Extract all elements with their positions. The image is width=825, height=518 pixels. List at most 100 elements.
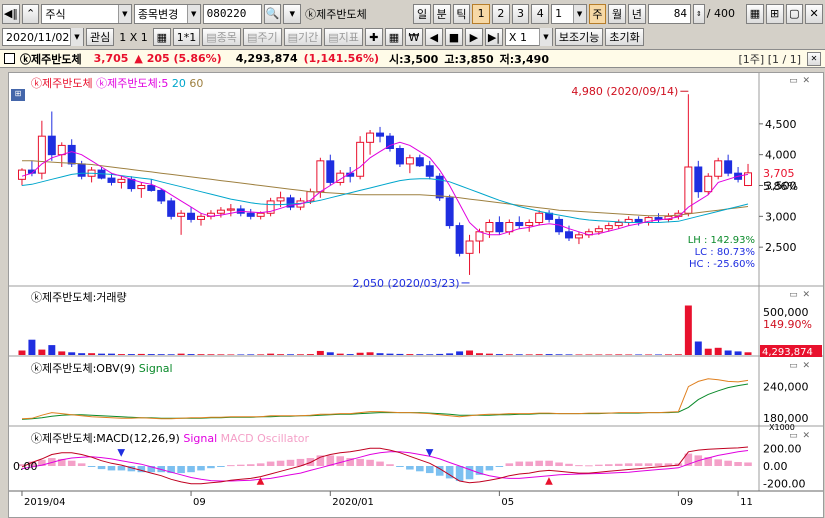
volume-bar: [207, 354, 215, 355]
candle-body: [47, 135, 56, 156]
collapse-up-icon[interactable]: ⌃: [21, 3, 40, 24]
volume-bar: [127, 354, 135, 355]
volume-bar: [336, 353, 344, 355]
secondary-toolbar: 2020/11/02 ▼ 관심 1 X 1 ▦ 1*1 ▤ 종목 ▤ 주기 ▤ 기간 ▤…: [0, 27, 825, 47]
crosshair-icon[interactable]: ✚: [364, 28, 383, 46]
count-input[interactable]: 84: [647, 3, 691, 24]
macd-osc-bar: [266, 461, 275, 466]
assist-button[interactable]: 보조기능: [554, 28, 604, 46]
volume-bar: [88, 353, 96, 355]
chart-area[interactable]: ⓚ제주반도체 ⓚ제주반도체:5 20 60 ▭ ✕ ⊞ ⓚ제주반도체:거래량 ▭…: [8, 72, 824, 518]
chart-settings-icon[interactable]: ▦: [746, 3, 764, 24]
stepper-icon[interactable]: ⇕: [692, 3, 705, 24]
stop-icon[interactable]: ■: [444, 28, 463, 46]
interest-button[interactable]: 관심: [86, 28, 115, 46]
macd-osc-bar: [714, 459, 722, 466]
candle-body: [137, 185, 146, 190]
prev-icon[interactable]: ◀: [424, 28, 443, 46]
candle-body: [455, 225, 464, 254]
macd-osc-bar: [644, 463, 653, 466]
info-open: 시:3,500: [389, 52, 439, 66]
cross-arrow-icon: ▲: [545, 476, 553, 487]
macd-osc-bar: [416, 466, 424, 472]
volume-bar: [466, 350, 474, 355]
volume-bar: [684, 305, 692, 355]
macd-osc-bar: [525, 461, 533, 466]
date-select[interactable]: 2020/11/02 ▼: [2, 28, 84, 46]
cross-arrow-icon: ▼: [117, 447, 125, 458]
volume-bar: [277, 354, 285, 355]
obv-y-tick: X1000: [769, 423, 795, 432]
period-button[interactable]: ▤ 주기: [242, 28, 282, 46]
volume-bar: [724, 350, 732, 355]
date-value: 2020/11/02: [6, 30, 70, 44]
close-icon[interactable]: ✕: [805, 3, 823, 24]
candle-body: [37, 135, 46, 174]
stock-code-input[interactable]: 080220: [202, 3, 262, 24]
close-icon[interactable]: ✕: [807, 51, 821, 66]
volume-bar: [147, 354, 155, 355]
table-icon[interactable]: ▦: [384, 28, 403, 46]
number-2-button[interactable]: 2: [491, 3, 510, 24]
x-tick-label: 2020/01: [332, 497, 374, 508]
market-select[interactable]: 주식 ▼: [41, 3, 132, 24]
candle-body: [157, 189, 166, 202]
candle-body: [515, 222, 524, 227]
minute-select[interactable]: 1 ▼: [551, 3, 587, 24]
period-icon: ▤: [246, 30, 258, 44]
macd-osc-bar: [286, 459, 295, 466]
range-button[interactable]: ▤ 기간: [283, 28, 323, 46]
number-1-button[interactable]: 1: [472, 3, 490, 24]
add-chart-icon[interactable]: ⊞: [765, 3, 784, 24]
candle-body: [187, 212, 196, 220]
indicator-icon: ▤: [328, 30, 339, 44]
number-3-button[interactable]: 3: [511, 3, 530, 24]
x-tick-label: 05: [501, 497, 514, 508]
candle-body: [256, 212, 265, 217]
period-day-button[interactable]: 일: [413, 3, 431, 24]
grid-1x1-button[interactable]: 1*1: [172, 28, 201, 46]
period-month-button[interactable]: 월: [608, 3, 626, 24]
period-minute-button[interactable]: 분: [432, 3, 451, 24]
candle-body: [67, 144, 76, 165]
dropdown-icon[interactable]: ▾: [283, 3, 302, 24]
volume-bar: [356, 352, 364, 355]
candle-body: [485, 222, 494, 233]
rewind-icon[interactable]: ◀‖: [2, 3, 20, 24]
reset-button[interactable]: 초기화: [605, 28, 644, 46]
window-icon[interactable]: ▢: [785, 3, 804, 24]
next-icon[interactable]: ▶: [464, 28, 483, 46]
code-change-select[interactable]: 종목변경 ▼: [133, 3, 201, 24]
checkbox[interactable]: [4, 53, 15, 64]
zoom-select[interactable]: X 1 ▼: [504, 28, 553, 46]
number-4-button[interactable]: 4: [531, 3, 550, 24]
macd-osc-bar: [585, 465, 593, 467]
volume-bar: [426, 354, 434, 355]
indicator-button[interactable]: ▤ 지표: [324, 28, 363, 46]
chevron-down-icon[interactable]: ▼: [186, 4, 200, 23]
candle-body: [694, 166, 703, 193]
item-button[interactable]: ▤ 종목: [202, 28, 241, 46]
period-year-button[interactable]: 년: [627, 3, 646, 24]
chevron-down-icon[interactable]: ▼: [117, 4, 131, 23]
volume-bar: [137, 353, 145, 355]
chevron-down-icon[interactable]: ▼: [572, 4, 586, 23]
search-icon[interactable]: 🔍: [263, 3, 282, 24]
macd-osc-bar: [97, 466, 106, 470]
chevron-down-icon[interactable]: ▼: [538, 28, 552, 46]
candle-body: [654, 217, 663, 220]
main-toolbar: ◀‖ ⌃ 주식 ▼ 종목변경 ▼ 080220 🔍 ▾ ⓚ제주반도체 일 분 틱 1…: [0, 0, 825, 27]
minute-value: 1: [555, 7, 563, 20]
macd-osc-bar: [575, 465, 583, 467]
cross-arrow-icon: ▲: [257, 476, 265, 487]
period-week-button[interactable]: 주: [588, 3, 607, 24]
candle-body: [565, 231, 573, 239]
chevron-down-icon[interactable]: ▼: [70, 28, 83, 46]
volume-bar: [446, 353, 454, 355]
volume-bar: [18, 350, 26, 355]
grid-icon[interactable]: ▦: [152, 28, 171, 46]
end-icon[interactable]: ▶|: [484, 28, 503, 46]
won-button[interactable]: ₩: [404, 28, 423, 46]
candle-body: [356, 141, 365, 177]
period-tick-button[interactable]: 틱: [452, 3, 471, 24]
